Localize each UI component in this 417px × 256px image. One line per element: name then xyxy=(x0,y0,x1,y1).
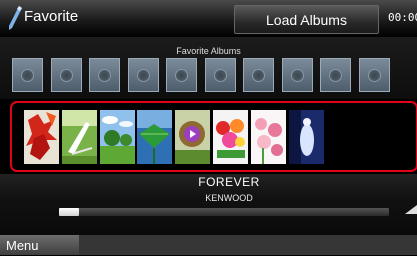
album-art-green-leaf[interactable] xyxy=(137,110,172,164)
album-art-pink-flowers[interactable] xyxy=(251,110,286,164)
favorite-slot[interactable] xyxy=(127,58,159,92)
album-art-purple-flower[interactable] xyxy=(175,110,210,164)
header-bar: Favorite Load Albums 00:00 xyxy=(0,0,417,37)
favorite-slot[interactable] xyxy=(89,58,120,92)
favorite-slot[interactable] xyxy=(358,58,390,92)
album-art-red-leaves[interactable] xyxy=(24,110,59,164)
progress-fill xyxy=(59,208,79,216)
favorite-slot[interactable] xyxy=(243,58,274,92)
favorite-slot[interactable] xyxy=(166,58,197,92)
album-art-blue-figure[interactable] xyxy=(289,110,324,164)
album-artwork-strip[interactable] xyxy=(10,101,417,172)
clock-display: 00:00 xyxy=(388,11,417,24)
favorite-albums-section: Favorite Albums xyxy=(0,37,417,99)
favorite-slot[interactable] xyxy=(204,58,236,92)
load-albums-button[interactable]: Load Albums xyxy=(234,5,379,34)
page-title: Favorite xyxy=(24,8,79,25)
pencil-icon xyxy=(9,6,22,30)
album-art-beach-chair[interactable] xyxy=(62,110,97,164)
menu-button[interactable]: Menu xyxy=(0,235,79,255)
album-art-rose-bouquet[interactable] xyxy=(213,110,248,164)
album-art-meadow-trees[interactable] xyxy=(100,110,135,164)
favorite-slot[interactable] xyxy=(12,58,43,92)
favorite-albums-label: Favorite Albums xyxy=(176,46,241,56)
favorite-slot[interactable] xyxy=(320,58,351,92)
favorite-slot[interactable] xyxy=(50,58,82,92)
progress-bar[interactable] xyxy=(59,208,389,216)
favorite-slot-row xyxy=(0,58,417,98)
now-playing-panel: FOREVER KENWOOD xyxy=(0,174,417,235)
favorite-slot[interactable] xyxy=(281,58,313,92)
artist-name: KENWOOD xyxy=(205,193,253,203)
scroll-indicator-icon xyxy=(405,205,417,214)
track-title: FOREVER xyxy=(198,175,260,189)
